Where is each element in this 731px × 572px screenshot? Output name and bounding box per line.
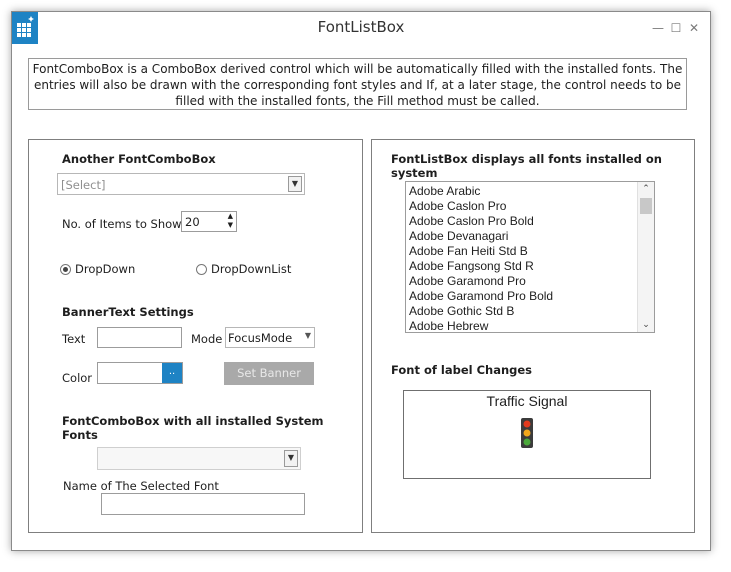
items-to-show-stepper[interactable]: 20 ▲ ▼ (181, 211, 237, 232)
close-icon[interactable]: ✕ (686, 20, 702, 36)
traffic-light-icon (519, 417, 535, 452)
dropdown-arrow-icon[interactable]: ▼ (284, 450, 298, 467)
mode-label: Mode (191, 332, 223, 346)
label-changes-header: Font of label Changes (391, 363, 533, 377)
color-picker[interactable]: .. (97, 362, 183, 384)
fontlistbox-header: FontListBox displays all fonts installed… (391, 152, 662, 180)
spin-up-icon[interactable]: ▲ (228, 212, 233, 220)
selected-font-label: Name of The Selected Font (63, 479, 219, 493)
list-item[interactable]: Adobe Caslon Pro Bold (409, 214, 534, 228)
another-fontcombobox[interactable]: [Select] ▼ (57, 173, 305, 195)
banner-settings-header: BannerText Settings (62, 305, 194, 319)
text-label: Text (62, 332, 86, 346)
window-title: FontListBox (317, 18, 405, 36)
items-to-show-label: No. of Items to Show: (62, 217, 185, 231)
main-window: FontListBox — ☐ ✕ FontComboBox is a Comb… (11, 11, 711, 551)
list-item[interactable]: Adobe Garamond Pro (409, 274, 526, 288)
list-item[interactable]: Adobe Gothic Std B (409, 304, 514, 318)
dropdown-arrow-icon[interactable]: ▼ (305, 331, 311, 340)
color-picker-button[interactable]: .. (162, 363, 182, 383)
list-item[interactable]: Adobe Arabic (409, 184, 480, 198)
banner-text-input[interactable] (97, 327, 182, 348)
spin-down-icon[interactable]: ▼ (228, 221, 233, 229)
list-item[interactable]: Adobe Fan Heiti Std B (409, 244, 528, 258)
mode-combobox[interactable]: FocusMode ▼ (225, 327, 315, 348)
left-panel: Another FontComboBox [Select] ▼ No. of I… (28, 139, 363, 533)
dropdown-arrow-icon[interactable]: ▼ (288, 176, 302, 192)
minimize-icon[interactable]: — (650, 20, 666, 36)
right-panel: FontListBox displays all fonts installed… (371, 139, 695, 533)
font-listbox[interactable]: Adobe Arabic Adobe Caslon Pro Adobe Casl… (405, 181, 655, 333)
radio-dropdownlist[interactable] (196, 264, 207, 275)
system-fonts-header: FontComboBox with all installed System F… (62, 414, 324, 442)
system-fonts-combobox[interactable]: ▼ (97, 447, 301, 470)
radio-dropdown[interactable] (60, 264, 71, 275)
mode-value: FocusMode (228, 331, 293, 345)
list-item[interactable]: Adobe Caslon Pro (409, 199, 506, 213)
radio-dropdownlist-label: DropDownList (211, 262, 292, 276)
list-item[interactable]: Adobe Garamond Pro Bold (409, 289, 553, 303)
maximize-icon[interactable]: ☐ (668, 20, 684, 36)
items-to-show-value: 20 (185, 215, 200, 229)
listbox-scrollbar[interactable]: ⌃ ⌄ (637, 182, 654, 332)
traffic-signal-label: Traffic Signal (486, 393, 568, 409)
set-banner-button[interactable]: Set Banner (224, 362, 314, 385)
color-label: Color (62, 371, 93, 385)
scroll-down-icon[interactable]: ⌄ (638, 318, 654, 332)
select-placeholder: [Select] (61, 178, 106, 192)
traffic-signal-label-box: Traffic Signal (403, 390, 651, 479)
scroll-up-icon[interactable]: ⌃ (638, 182, 654, 196)
radio-dropdown-label: DropDown (75, 262, 136, 276)
title-bar: FontListBox — ☐ ✕ (12, 12, 710, 44)
list-item[interactable]: Adobe Hebrew (409, 319, 488, 332)
list-item[interactable]: Adobe Devanagari (409, 229, 508, 243)
selected-font-input[interactable] (101, 493, 305, 515)
another-fontcombobox-header: Another FontComboBox (62, 152, 216, 166)
list-item[interactable]: Adobe Fangsong Std R (409, 259, 534, 273)
description-text: FontComboBox is a ComboBox derived contr… (28, 58, 687, 110)
scroll-thumb[interactable] (640, 198, 652, 214)
